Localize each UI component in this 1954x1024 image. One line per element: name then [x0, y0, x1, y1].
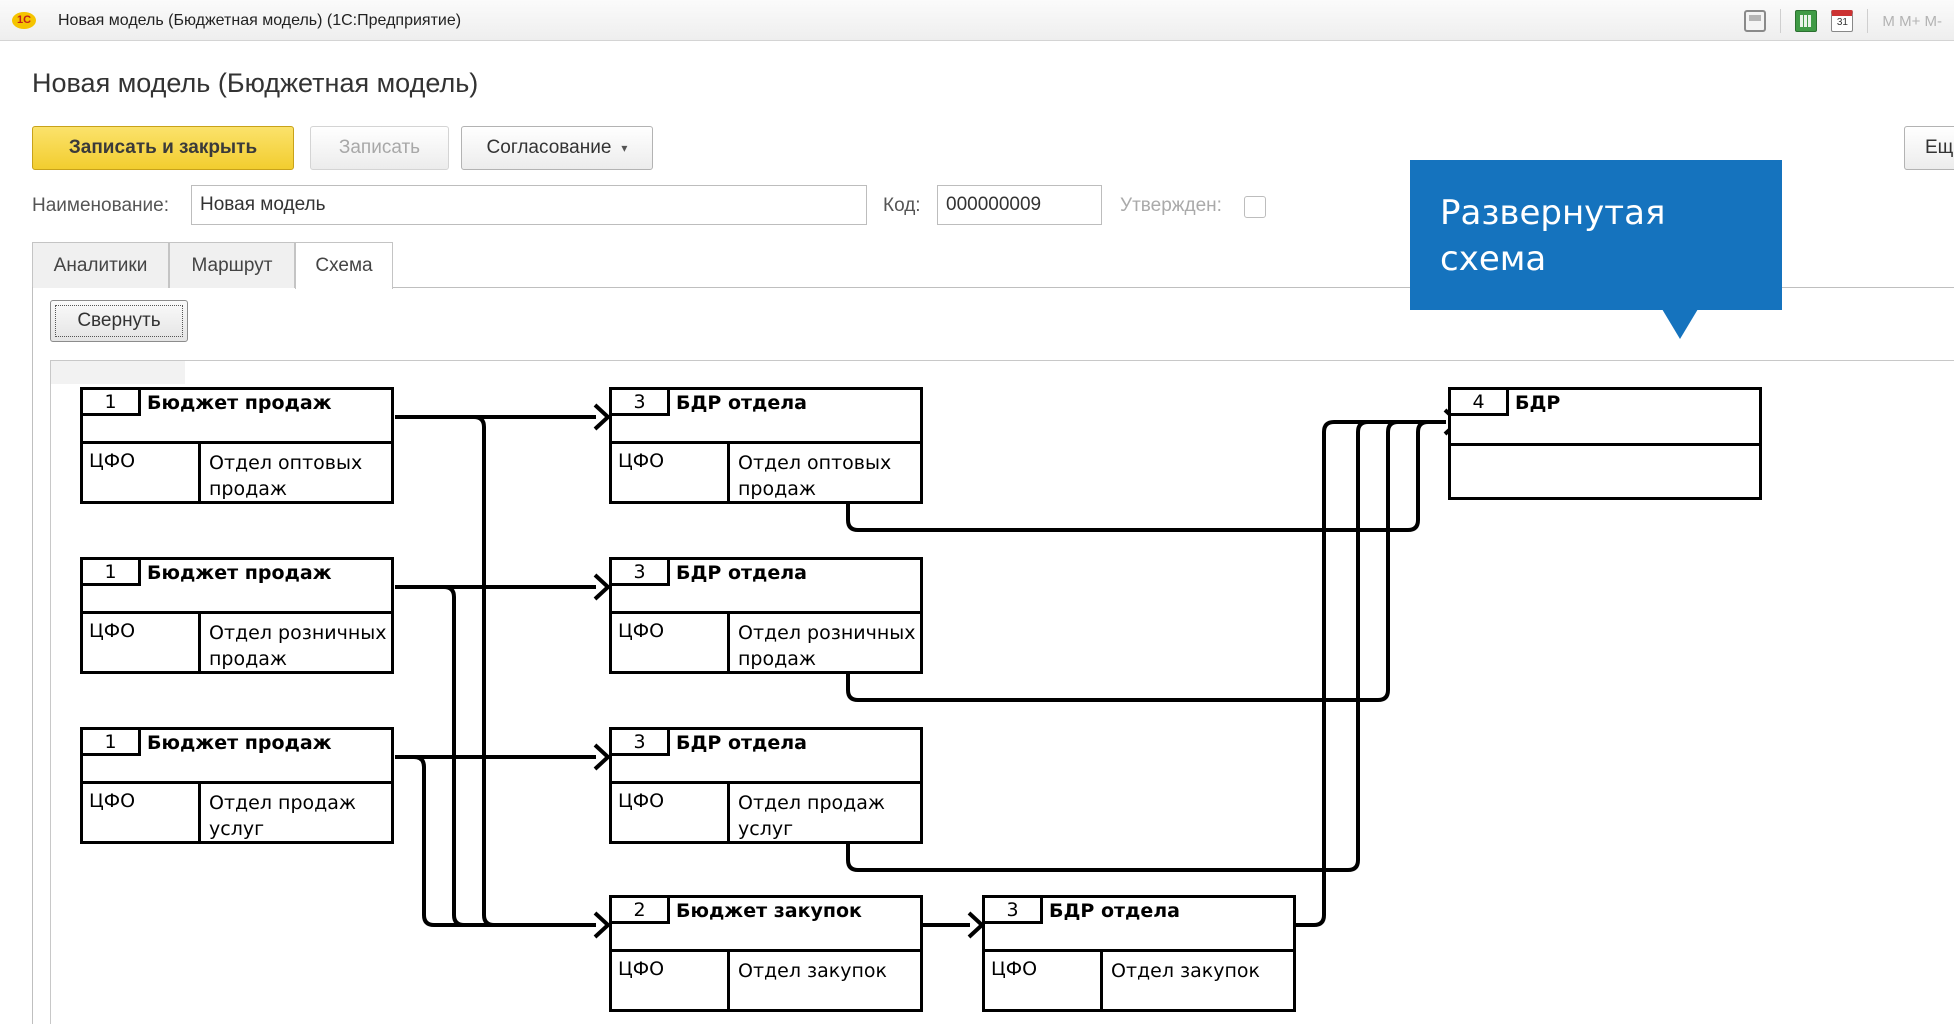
node-divider [198, 784, 201, 844]
tab-schema[interactable]: Схема [295, 242, 393, 289]
diagram-node[interactable]: 1 Бюджет продаж ЦФО Отдел продаж услуг [80, 727, 394, 844]
node-divider [198, 614, 201, 674]
node-number: 4 [1451, 390, 1509, 416]
node-title: Бюджет продаж [147, 732, 332, 754]
node-number: 3 [612, 730, 670, 756]
node-cfo-label: ЦФО [618, 790, 665, 812]
node-title: Бюджет продаж [147, 562, 332, 584]
node-title: БДР отдела [676, 732, 807, 754]
callout-text: Развернутая схема [1440, 193, 1666, 279]
node-title: БДР отдела [676, 392, 807, 414]
node-cfo-value: Отдел закупок [1111, 960, 1261, 982]
node-header: 2 Бюджет закупок [612, 898, 920, 952]
node-cfo-value: Отдел закупок [738, 960, 888, 982]
node-header: 1 Бюджет продаж [83, 560, 391, 614]
node-cfo-label: ЦФО [89, 790, 136, 812]
node-number: 3 [612, 390, 670, 416]
diagram-node[interactable]: 3 БДР отдела ЦФО Отдел продаж услуг [609, 727, 923, 844]
node-cfo-value: Отдел розничных продаж [209, 622, 387, 670]
node-number: 1 [83, 390, 141, 416]
node-header: 3 БДР отдела [612, 560, 920, 614]
node-divider [198, 444, 201, 504]
node-header: 3 БДР отдела [612, 730, 920, 784]
diagram-node[interactable]: 1 Бюджет продаж ЦФО Отдел оптовых продаж [80, 387, 394, 504]
node-divider [727, 952, 730, 1012]
node-cfo-label: ЦФО [618, 620, 665, 642]
callout-box: Развернутая схема [1410, 160, 1782, 310]
node-header: 1 Бюджет продаж [83, 730, 391, 784]
node-header: 3 БДР отдела [985, 898, 1293, 952]
node-header: 1 Бюджет продаж [83, 390, 391, 444]
node-cfo-label: ЦФО [89, 620, 136, 642]
node-divider [727, 444, 730, 504]
node-header: 4 БДР [1451, 390, 1759, 446]
node-title: Бюджет продаж [147, 392, 332, 414]
node-cfo-label: ЦФО [618, 958, 665, 980]
node-title: БДР отдела [676, 562, 807, 584]
diagram-node[interactable]: 2 Бюджет закупок ЦФО Отдел закупок [609, 895, 923, 1012]
node-title: БДР отдела [1049, 900, 1180, 922]
diagram-connectors [395, 403, 1461, 939]
node-number: 1 [83, 560, 141, 586]
node-cfo-label: ЦФО [618, 450, 665, 472]
node-divider [727, 614, 730, 674]
diagram-node[interactable]: 1 Бюджет продаж ЦФО Отдел розничных прод… [80, 557, 394, 674]
node-header: 3 БДР отдела [612, 390, 920, 444]
diagram-node[interactable]: 4 БДР [1448, 387, 1762, 500]
node-number: 3 [985, 898, 1043, 924]
node-cfo-value: Отдел продаж услуг [209, 792, 357, 840]
node-number: 3 [612, 560, 670, 586]
node-number: 2 [612, 898, 670, 924]
diagram-node[interactable]: 3 БДР отдела ЦФО Отдел розничных продаж [609, 557, 923, 674]
node-cfo-value: Отдел розничных продаж [738, 622, 916, 670]
node-cfo-value: Отдел продаж услуг [738, 792, 886, 840]
node-title: Бюджет закупок [676, 900, 862, 922]
callout-pointer [1662, 309, 1698, 339]
node-cfo-label: ЦФО [991, 958, 1038, 980]
diagram-node[interactable]: 3 БДР отдела ЦФО Отдел закупок [982, 895, 1296, 1012]
node-number: 1 [83, 730, 141, 756]
node-divider [1100, 952, 1103, 1012]
diagram-node[interactable]: 3 БДР отдела ЦФО Отдел оптовых продаж [609, 387, 923, 504]
node-cfo-value: Отдел оптовых продаж [738, 452, 892, 500]
node-title: БДР [1515, 392, 1561, 414]
node-cfo-label: ЦФО [89, 450, 136, 472]
node-cfo-value: Отдел оптовых продаж [209, 452, 363, 500]
node-divider [727, 784, 730, 844]
